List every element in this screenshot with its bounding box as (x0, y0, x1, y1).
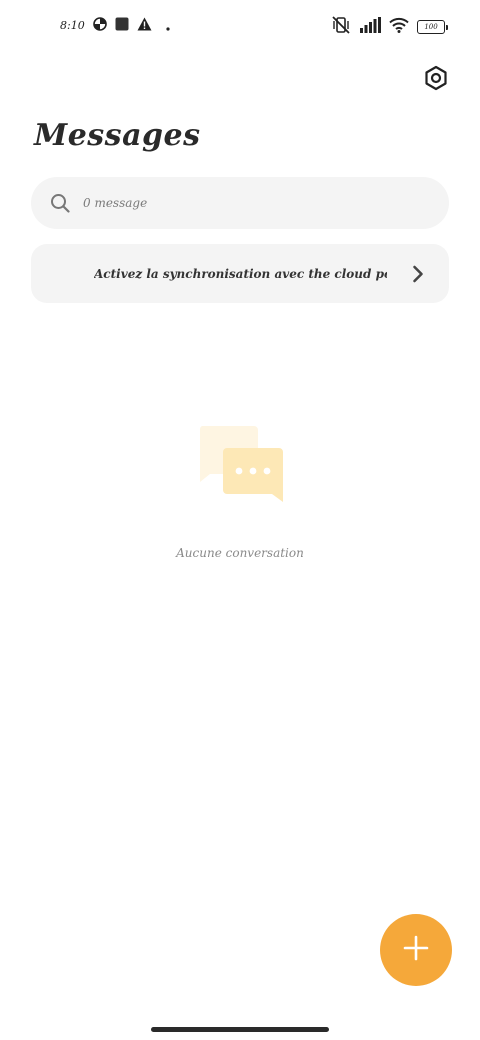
mute-vibrate-icon (331, 16, 351, 38)
status-bar: 8:10 100 (0, 14, 480, 42)
chat-bubbles-icon (196, 424, 286, 504)
dot-icon (166, 16, 170, 35)
page-title: Messages (34, 118, 201, 153)
status-time: 8:10 (60, 19, 85, 32)
home-indicator[interactable] (151, 1027, 329, 1032)
square-app-icon (115, 16, 129, 35)
plus-icon (402, 934, 430, 966)
empty-state-text: Aucune conversation (176, 546, 304, 560)
new-conversation-button[interactable] (380, 914, 452, 986)
status-left-group: 8:10 (60, 16, 170, 35)
sync-banner-text: Activez la synchronisation avec the clou… (94, 266, 387, 281)
wifi-icon (389, 17, 409, 37)
status-right-group: 100 (331, 16, 448, 38)
signal-icon (359, 17, 381, 37)
search-input[interactable] (81, 195, 405, 211)
settings-hexagon-icon (423, 65, 449, 95)
battery-level: 100 (417, 20, 445, 34)
search-icon (49, 192, 71, 214)
search-bar[interactable] (31, 177, 449, 229)
battery-icon: 100 (417, 20, 448, 34)
battery-tip (446, 24, 448, 30)
warning-icon (137, 16, 152, 35)
messages-screen: 8:10 100 Messages 0 message Activez la s… (0, 0, 480, 1040)
settings-button[interactable] (422, 65, 450, 95)
sync-banner[interactable]: Activez la synchronisation avec the clou… (31, 244, 449, 303)
chevron-right-icon (411, 264, 425, 284)
data-saver-icon (92, 16, 107, 35)
